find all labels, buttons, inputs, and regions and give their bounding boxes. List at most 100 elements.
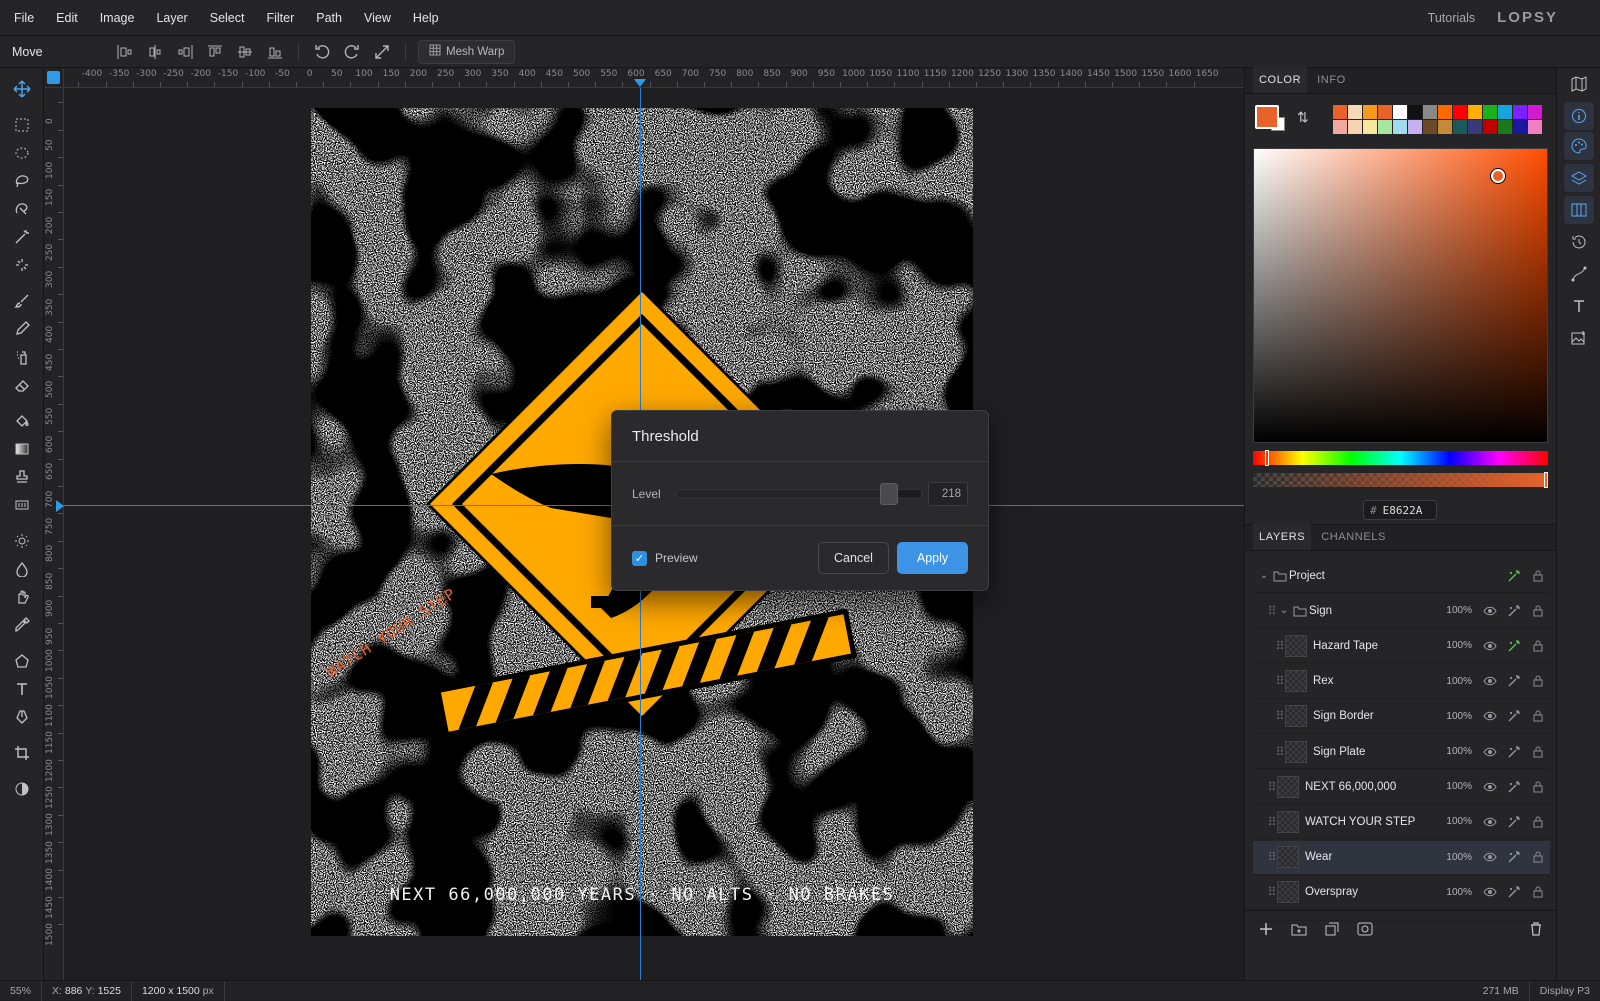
layer-opacity[interactable]: 100% bbox=[1438, 887, 1472, 898]
pattern-stamp-icon[interactable] bbox=[6, 492, 38, 518]
paint-bucket-icon[interactable] bbox=[6, 408, 38, 434]
layer-row[interactable]: ⠿ Overspray 100% bbox=[1253, 876, 1550, 910]
eye-icon[interactable] bbox=[1478, 606, 1502, 616]
color-swatch[interactable] bbox=[1423, 120, 1437, 134]
layer-row[interactable]: ⠿ WATCH YOUR STEP 100% bbox=[1253, 805, 1550, 840]
align-top-icon[interactable] bbox=[200, 39, 230, 65]
layer-opacity[interactable]: 100% bbox=[1438, 605, 1472, 616]
drag-handle-icon[interactable]: ⠿ bbox=[1267, 850, 1277, 864]
effects-icon[interactable] bbox=[1502, 569, 1526, 583]
navigator-icon[interactable] bbox=[1564, 70, 1594, 98]
effects-icon[interactable] bbox=[1502, 674, 1526, 688]
color-swatch[interactable] bbox=[1483, 105, 1497, 119]
eye-icon[interactable] bbox=[1478, 747, 1502, 757]
effects-icon[interactable] bbox=[1502, 604, 1526, 618]
lock-icon[interactable] bbox=[1526, 851, 1550, 863]
layer-opacity[interactable]: 100% bbox=[1438, 746, 1472, 757]
layer-row[interactable]: ⠿ Sign Plate 100% bbox=[1253, 735, 1550, 769]
tutorials-link[interactable]: Tutorials bbox=[1428, 11, 1475, 25]
color-swatch[interactable] bbox=[1408, 120, 1422, 134]
align-center-h-icon[interactable] bbox=[140, 39, 170, 65]
menu-filter[interactable]: Filter bbox=[255, 0, 305, 36]
preview-checkbox[interactable]: ✓ bbox=[632, 550, 647, 566]
channels-icon[interactable] bbox=[1564, 196, 1594, 224]
paths-icon[interactable] bbox=[1564, 260, 1594, 288]
color-swatch[interactable] bbox=[1378, 105, 1392, 119]
layer-row[interactable]: ⠿ Wear 100% bbox=[1253, 840, 1550, 875]
duplicate-layer-icon[interactable] bbox=[1325, 922, 1339, 939]
lock-icon[interactable] bbox=[1526, 781, 1550, 793]
layer-row[interactable]: ⠿ Rex 100% bbox=[1253, 665, 1550, 699]
effects-icon[interactable] bbox=[1502, 709, 1526, 723]
magic-wand-icon[interactable] bbox=[6, 224, 38, 250]
rect-select-icon[interactable] bbox=[6, 112, 38, 138]
history-icon[interactable] bbox=[1564, 228, 1594, 256]
effects-icon[interactable] bbox=[1502, 885, 1526, 899]
hex-input[interactable]: # E8622A bbox=[1363, 500, 1437, 520]
color-swatch[interactable] bbox=[1453, 105, 1467, 119]
add-layer-icon[interactable] bbox=[1259, 922, 1273, 939]
layers-icon[interactable] bbox=[1564, 164, 1594, 192]
eye-icon[interactable] bbox=[1478, 711, 1502, 721]
color-swatch[interactable] bbox=[1408, 105, 1422, 119]
align-bottom-icon[interactable] bbox=[260, 39, 290, 65]
level-slider[interactable] bbox=[676, 482, 922, 505]
shape-polygon-icon[interactable] bbox=[6, 648, 38, 674]
menu-edit[interactable]: Edit bbox=[45, 0, 89, 36]
effects-icon[interactable] bbox=[1502, 639, 1526, 653]
pencil-icon[interactable] bbox=[6, 316, 38, 342]
menu-help[interactable]: Help bbox=[402, 0, 450, 36]
move-tool-icon[interactable] bbox=[6, 76, 38, 102]
character-icon[interactable] bbox=[1564, 292, 1594, 320]
color-swatch[interactable] bbox=[1483, 120, 1497, 134]
lock-icon[interactable] bbox=[1526, 605, 1550, 617]
smudge-hand-icon[interactable] bbox=[6, 584, 38, 610]
vertical-ruler[interactable]: 0 50 100 150 200 250 300 350 400 450 500 550 600 650 7… bbox=[44, 88, 64, 980]
mesh-warp-button[interactable]: Mesh Warp bbox=[418, 39, 516, 64]
alpha-slider[interactable] bbox=[1253, 472, 1548, 488]
eye-icon[interactable] bbox=[1478, 641, 1502, 651]
rotate-cw-icon[interactable] bbox=[337, 39, 367, 65]
spray-icon[interactable] bbox=[6, 344, 38, 370]
drag-handle-icon[interactable]: ⠿ bbox=[1267, 780, 1277, 794]
tab-layers[interactable]: LAYERS bbox=[1253, 524, 1312, 550]
layer-row[interactable]: ⠿ NEXT 66,000,000 100% bbox=[1253, 770, 1550, 805]
color-swatch[interactable] bbox=[1438, 105, 1452, 119]
level-slider-thumb[interactable] bbox=[879, 482, 898, 505]
color-swatch[interactable] bbox=[1393, 120, 1407, 134]
color-swatch[interactable] bbox=[1333, 120, 1347, 134]
info-icon[interactable] bbox=[1564, 102, 1594, 130]
lock-icon[interactable] bbox=[1526, 710, 1550, 722]
zoom-level[interactable]: 55% bbox=[0, 980, 43, 1001]
layer-row[interactable]: ⠿ Sign Border 100% bbox=[1253, 700, 1550, 734]
color-swatch[interactable] bbox=[1393, 105, 1407, 119]
color-swatch[interactable] bbox=[1513, 105, 1527, 119]
chevron-down-icon[interactable]: ⌄ bbox=[1257, 570, 1271, 581]
apply-button[interactable]: Apply bbox=[897, 542, 968, 574]
hue-slider-handle[interactable] bbox=[1265, 450, 1269, 466]
rotate-ccw-icon[interactable] bbox=[307, 39, 337, 65]
layer-group-row[interactable]: ⌄ Project bbox=[1253, 559, 1550, 593]
preview-label[interactable]: Preview bbox=[655, 551, 698, 565]
magnetic-lasso-icon[interactable] bbox=[6, 196, 38, 222]
quick-select-icon[interactable] bbox=[6, 252, 38, 278]
layer-opacity[interactable]: 100% bbox=[1438, 640, 1472, 651]
tab-color[interactable]: COLOR bbox=[1253, 67, 1308, 93]
color-swatch[interactable] bbox=[1423, 105, 1437, 119]
drag-handle-icon[interactable]: ⠿ bbox=[1275, 639, 1285, 653]
align-right-icon[interactable] bbox=[170, 39, 200, 65]
paint-brush-icon[interactable] bbox=[6, 288, 38, 314]
eye-icon[interactable] bbox=[1478, 782, 1502, 792]
align-left-icon[interactable] bbox=[110, 39, 140, 65]
layer-opacity[interactable]: 100% bbox=[1438, 816, 1472, 827]
layer-opacity[interactable]: 100% bbox=[1438, 711, 1472, 722]
drag-handle-icon[interactable]: ⠿ bbox=[1267, 815, 1277, 829]
swap-colors-icon[interactable]: ⇅ bbox=[1297, 109, 1309, 126]
delete-layer-icon[interactable] bbox=[1529, 922, 1543, 939]
color-swatch[interactable] bbox=[1363, 120, 1377, 134]
color-swatch[interactable] bbox=[1378, 120, 1392, 134]
tab-info[interactable]: INFO bbox=[1311, 67, 1352, 93]
lock-icon[interactable] bbox=[1526, 746, 1550, 758]
color-swatch[interactable] bbox=[1348, 120, 1362, 134]
text-tool-icon[interactable] bbox=[6, 676, 38, 702]
